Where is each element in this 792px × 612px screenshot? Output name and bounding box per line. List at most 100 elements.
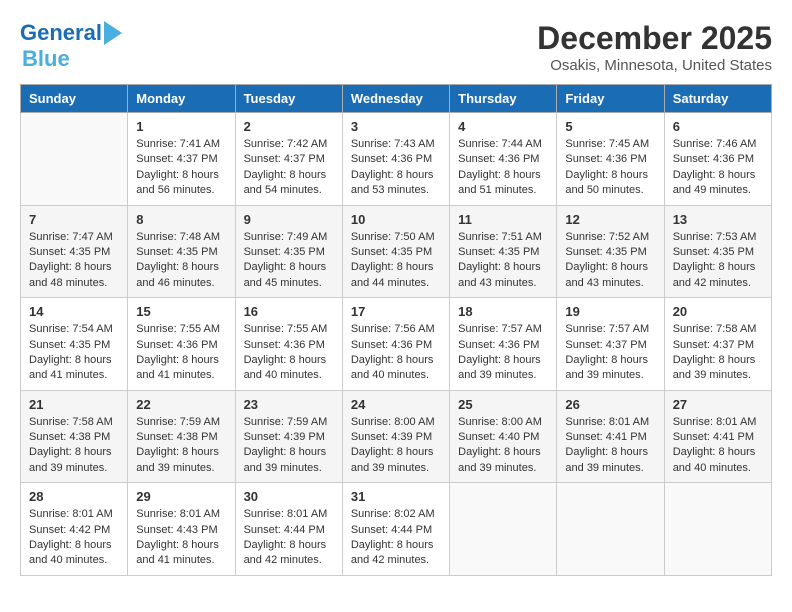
day-number: 1: [136, 119, 226, 134]
day-number: 25: [458, 397, 548, 412]
calendar-cell: 10 Sunrise: 7:50 AM Sunset: 4:35 PM Dayli…: [342, 205, 449, 298]
calendar-cell: 25 Sunrise: 8:00 AM Sunset: 4:40 PM Dayli…: [450, 390, 557, 483]
logo-text-blue: Blue: [22, 46, 70, 72]
day-number: 16: [244, 304, 334, 319]
cell-content: Sunrise: 7:58 AM Sunset: 4:37 PM Dayligh…: [673, 322, 763, 384]
day-number: 15: [136, 304, 226, 319]
day-header-saturday: Saturday: [664, 85, 771, 113]
cell-content: Sunrise: 7:48 AM Sunset: 4:35 PM Dayligh…: [136, 230, 226, 292]
cell-content: Sunrise: 7:59 AM Sunset: 4:39 PM Dayligh…: [244, 415, 334, 477]
calendar-cell: [450, 483, 557, 576]
cell-content: Sunrise: 8:00 AM Sunset: 4:40 PM Dayligh…: [458, 415, 548, 477]
calendar-cell: [21, 113, 128, 206]
day-number: 9: [244, 212, 334, 227]
day-number: 23: [244, 397, 334, 412]
calendar-cell: 27 Sunrise: 8:01 AM Sunset: 4:41 PM Dayli…: [664, 390, 771, 483]
day-header-sunday: Sunday: [21, 85, 128, 113]
cell-content: Sunrise: 7:52 AM Sunset: 4:35 PM Dayligh…: [565, 230, 655, 292]
calendar-cell: 6Sunrise: 7:46 AM Sunset: 4:36 PM Daylig…: [664, 113, 771, 206]
calendar-week-2: 7 Sunrise: 7:47 AM Sunset: 4:35 PM Daylig…: [21, 205, 772, 298]
calendar-cell: 15 Sunrise: 7:55 AM Sunset: 4:36 PM Dayli…: [128, 298, 235, 391]
day-header-wednesday: Wednesday: [342, 85, 449, 113]
location-subtitle: Osakis, Minnesota, United States: [537, 57, 772, 74]
day-number: 17: [351, 304, 441, 319]
cell-content: Sunrise: 8:01 AM Sunset: 4:43 PM Dayligh…: [136, 507, 226, 569]
cell-content: Sunrise: 7:43 AM Sunset: 4:36 PM Dayligh…: [351, 137, 441, 199]
calendar-cell: 24 Sunrise: 8:00 AM Sunset: 4:39 PM Dayli…: [342, 390, 449, 483]
calendar-cell: 5 Sunrise: 7:45 AM Sunset: 4:36 PM Daylig…: [557, 113, 664, 206]
calendar-cell: 20 Sunrise: 7:58 AM Sunset: 4:37 PM Dayli…: [664, 298, 771, 391]
cell-content: Sunrise: 7:50 AM Sunset: 4:35 PM Dayligh…: [351, 230, 441, 292]
cell-content: Sunrise: 7:47 AM Sunset: 4:35 PM Dayligh…: [29, 230, 119, 292]
cell-content: Sunrise: 7:53 AM Sunset: 4:35 PM Dayligh…: [673, 230, 763, 292]
month-title: December 2025: [537, 20, 772, 57]
cell-content: Sunrise: 7:51 AM Sunset: 4:35 PM Dayligh…: [458, 230, 548, 292]
day-number: 20: [673, 304, 763, 319]
cell-content: Sunrise: 7:44 AM Sunset: 4:36 PM Dayligh…: [458, 137, 548, 199]
cell-content: Sunrise: 7:54 AM Sunset: 4:35 PM Dayligh…: [29, 322, 119, 384]
day-header-tuesday: Tuesday: [235, 85, 342, 113]
calendar-cell: 1 Sunrise: 7:41 AM Sunset: 4:37 PM Daylig…: [128, 113, 235, 206]
day-number: 13: [673, 212, 763, 227]
cell-content: Sunrise: 8:01 AM Sunset: 4:41 PM Dayligh…: [565, 415, 655, 477]
calendar-cell: 18Sunrise: 7:57 AM Sunset: 4:36 PM Dayli…: [450, 298, 557, 391]
cell-content: Sunrise: 7:46 AM Sunset: 4:36 PM Dayligh…: [673, 137, 763, 199]
day-number: 5: [565, 119, 655, 134]
day-number: 4: [458, 119, 548, 134]
cell-content: Sunrise: 7:57 AM Sunset: 4:37 PM Dayligh…: [565, 322, 655, 384]
calendar-cell: 21Sunrise: 7:58 AM Sunset: 4:38 PM Dayli…: [21, 390, 128, 483]
cell-content: Sunrise: 7:41 AM Sunset: 4:37 PM Dayligh…: [136, 137, 226, 199]
day-header-thursday: Thursday: [450, 85, 557, 113]
cell-content: Sunrise: 8:01 AM Sunset: 4:44 PM Dayligh…: [244, 507, 334, 569]
title-block: December 2025 Osakis, Minnesota, United …: [537, 20, 772, 74]
cell-content: Sunrise: 7:42 AM Sunset: 4:37 PM Dayligh…: [244, 137, 334, 199]
day-number: 14: [29, 304, 119, 319]
calendar-header: SundayMondayTuesdayWednesdayThursdayFrid…: [21, 85, 772, 113]
cell-content: Sunrise: 7:55 AM Sunset: 4:36 PM Dayligh…: [136, 322, 226, 384]
calendar-cell: 23 Sunrise: 7:59 AM Sunset: 4:39 PM Dayli…: [235, 390, 342, 483]
logo: General Blue: [20, 20, 122, 72]
cell-content: Sunrise: 7:49 AM Sunset: 4:35 PM Dayligh…: [244, 230, 334, 292]
day-number: 26: [565, 397, 655, 412]
calendar-table: SundayMondayTuesdayWednesdayThursdayFrid…: [20, 84, 772, 576]
calendar-cell: 13 Sunrise: 7:53 AM Sunset: 4:35 PM Dayli…: [664, 205, 771, 298]
day-number: 31: [351, 489, 441, 504]
calendar-cell: 26 Sunrise: 8:01 AM Sunset: 4:41 PM Dayli…: [557, 390, 664, 483]
calendar-week-3: 14 Sunrise: 7:54 AM Sunset: 4:35 PM Dayli…: [21, 298, 772, 391]
day-number: 24: [351, 397, 441, 412]
day-number: 29: [136, 489, 226, 504]
calendar-cell: 12Sunrise: 7:52 AM Sunset: 4:35 PM Dayli…: [557, 205, 664, 298]
day-number: 19: [565, 304, 655, 319]
cell-content: Sunrise: 7:59 AM Sunset: 4:38 PM Dayligh…: [136, 415, 226, 477]
logo-text-general: General: [20, 20, 102, 46]
day-number: 27: [673, 397, 763, 412]
calendar-cell: [557, 483, 664, 576]
calendar-cell: 2 Sunrise: 7:42 AM Sunset: 4:37 PM Daylig…: [235, 113, 342, 206]
calendar-week-5: 28Sunrise: 8:01 AM Sunset: 4:42 PM Dayli…: [21, 483, 772, 576]
day-number: 8: [136, 212, 226, 227]
calendar-cell: 8 Sunrise: 7:48 AM Sunset: 4:35 PM Daylig…: [128, 205, 235, 298]
day-number: 28: [29, 489, 119, 504]
cell-content: Sunrise: 7:56 AM Sunset: 4:36 PM Dayligh…: [351, 322, 441, 384]
page-header: General Blue December 2025 Osakis, Minne…: [20, 20, 772, 74]
calendar-cell: 17 Sunrise: 7:56 AM Sunset: 4:36 PM Dayli…: [342, 298, 449, 391]
cell-content: Sunrise: 8:00 AM Sunset: 4:39 PM Dayligh…: [351, 415, 441, 477]
calendar-cell: 4 Sunrise: 7:44 AM Sunset: 4:36 PM Daylig…: [450, 113, 557, 206]
day-number: 7: [29, 212, 119, 227]
calendar-cell: 29 Sunrise: 8:01 AM Sunset: 4:43 PM Dayli…: [128, 483, 235, 576]
cell-content: Sunrise: 8:02 AM Sunset: 4:44 PM Dayligh…: [351, 507, 441, 569]
cell-content: Sunrise: 7:58 AM Sunset: 4:38 PM Dayligh…: [29, 415, 119, 477]
day-number: 2: [244, 119, 334, 134]
calendar-cell: 7 Sunrise: 7:47 AM Sunset: 4:35 PM Daylig…: [21, 205, 128, 298]
cell-content: Sunrise: 7:45 AM Sunset: 4:36 PM Dayligh…: [565, 137, 655, 199]
calendar-cell: 16 Sunrise: 7:55 AM Sunset: 4:36 PM Dayli…: [235, 298, 342, 391]
cell-content: Sunrise: 7:55 AM Sunset: 4:36 PM Dayligh…: [244, 322, 334, 384]
day-number: 3: [351, 119, 441, 134]
calendar-cell: 22Sunrise: 7:59 AM Sunset: 4:38 PM Dayli…: [128, 390, 235, 483]
calendar-cell: 19 Sunrise: 7:57 AM Sunset: 4:37 PM Dayli…: [557, 298, 664, 391]
cell-content: Sunrise: 8:01 AM Sunset: 4:41 PM Dayligh…: [673, 415, 763, 477]
day-number: 10: [351, 212, 441, 227]
calendar-cell: 3 Sunrise: 7:43 AM Sunset: 4:36 PM Daylig…: [342, 113, 449, 206]
cell-content: Sunrise: 7:57 AM Sunset: 4:36 PM Dayligh…: [458, 322, 548, 384]
calendar-cell: 30Sunrise: 8:01 AM Sunset: 4:44 PM Dayli…: [235, 483, 342, 576]
